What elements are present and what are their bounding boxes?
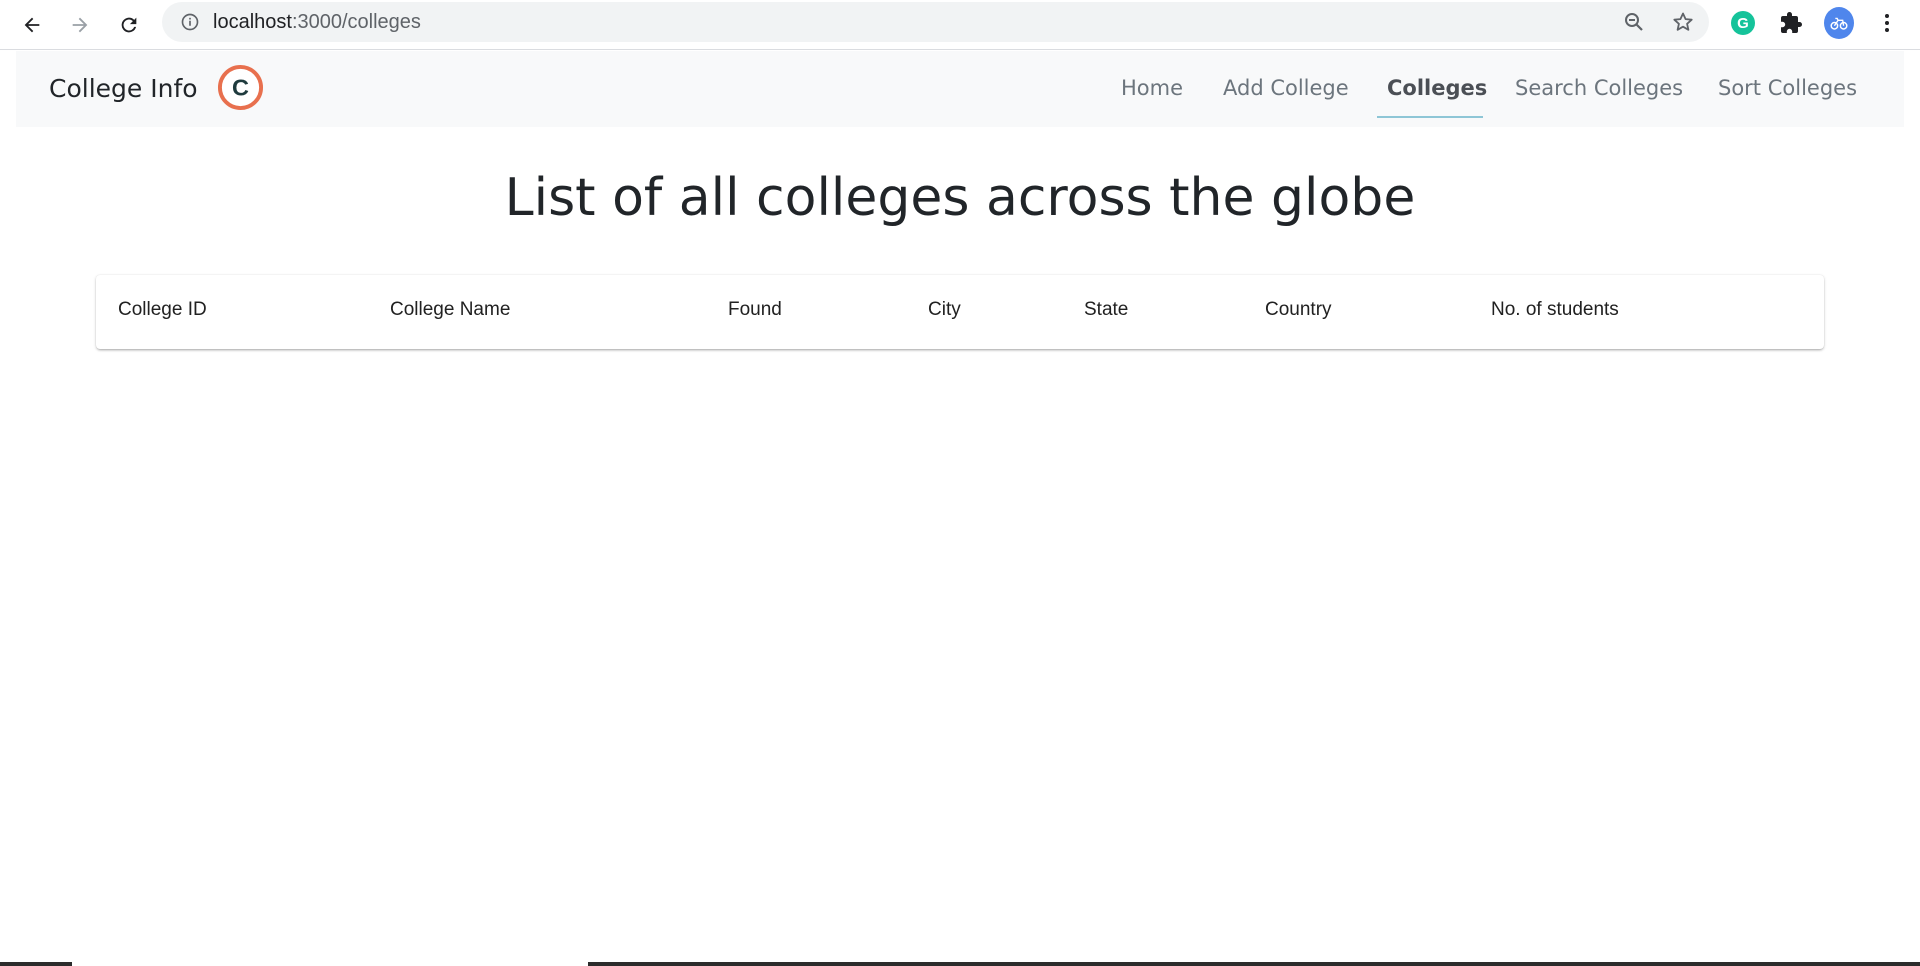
nav-search-colleges[interactable]: Search Colleges [1515,76,1683,100]
url-text[interactable]: localhost:3000/colleges [213,11,421,34]
extensions-button[interactable] [1776,8,1806,38]
brand-title[interactable]: College Info [49,74,198,103]
nav-home[interactable]: Home [1121,76,1183,100]
logo-letter: C [232,74,249,100]
nav-sort-colleges[interactable]: Sort Colleges [1718,76,1857,100]
info-icon[interactable] [180,12,200,32]
taskbar-gap [72,962,588,966]
zoom-icon[interactable] [1622,10,1646,34]
colleges-table: College ID College Name Found City State… [96,275,1824,349]
column-header-country: Country [1265,299,1332,320]
college-logo-icon[interactable]: C [217,64,264,111]
profile-button[interactable] [1824,7,1854,39]
active-nav-underline [1377,116,1483,118]
kebab-menu-icon [1885,14,1889,32]
browser-toolbar: localhost:3000/colleges G [0,0,1920,50]
star-icon[interactable] [1671,10,1695,34]
avatar-icon [1824,7,1854,39]
reload-button[interactable] [112,8,146,42]
column-header-state: State [1084,299,1129,320]
forward-button[interactable] [63,8,97,42]
column-header-college-id: College ID [118,299,207,320]
column-header-no-of-students: No. of students [1491,299,1619,320]
url-path: :3000/colleges [291,11,421,33]
nav-add-college[interactable]: Add College [1223,76,1349,100]
column-header-college-name: College Name [390,299,511,320]
forward-arrow-icon [72,17,88,33]
page-title: List of all colleges across the globe [504,168,1416,228]
url-host: localhost [213,11,292,33]
address-bar[interactable]: localhost:3000/colleges [162,2,1709,42]
puzzle-icon [1781,12,1802,33]
back-arrow-icon [24,17,40,33]
grammarly-extension[interactable]: G [1728,8,1758,38]
grammarly-icon: G [1731,11,1755,35]
back-button[interactable] [15,8,49,42]
column-header-found: Found [728,299,782,320]
nav-colleges[interactable]: Colleges [1387,76,1487,100]
reload-icon [121,17,137,33]
browser-menu-button[interactable] [1872,8,1902,38]
column-header-city: City [928,299,961,320]
app-navbar: College Info C Home Add College Colleges… [16,51,1904,127]
